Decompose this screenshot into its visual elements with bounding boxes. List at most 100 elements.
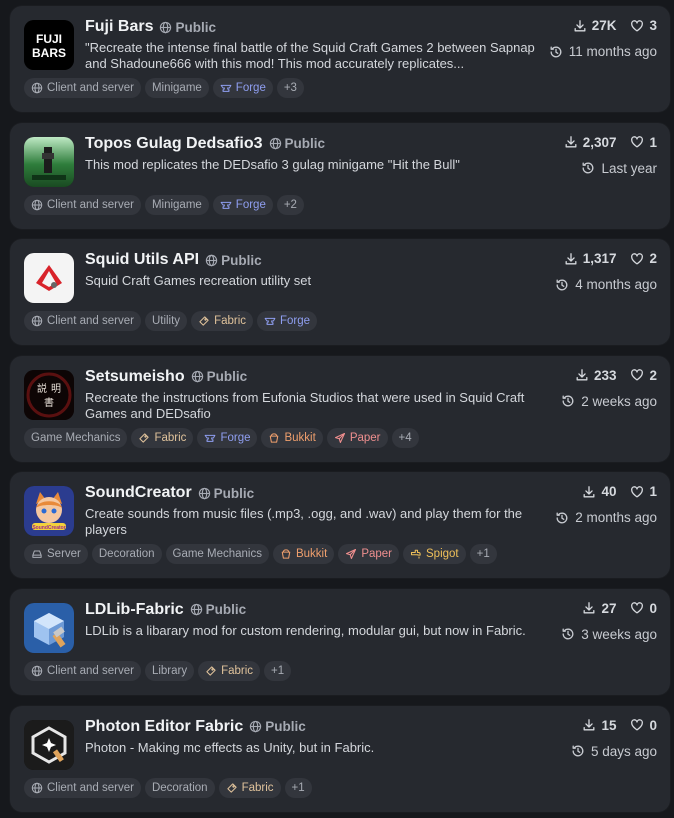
project-icon[interactable] — [24, 602, 74, 653]
download-icon — [583, 485, 595, 498]
history-icon — [550, 46, 562, 57]
globe-icon — [31, 665, 43, 677]
category-tag[interactable]: Game Mechanics — [24, 427, 128, 448]
project-title[interactable]: Fuji Bars — [85, 18, 153, 36]
project-card[interactable]: Photon Editor Fabric Public Photon - Mak… — [10, 705, 670, 812]
updated-time: 3 weeks ago — [561, 627, 657, 642]
project-icon[interactable]: SoundCreator — [24, 486, 74, 537]
project-card[interactable]: SoundCreator SoundCreator Public Create … — [10, 472, 670, 579]
history-icon — [572, 745, 584, 757]
project-title[interactable]: SoundCreator — [85, 484, 192, 502]
forge-icon — [205, 434, 216, 442]
project-title[interactable]: Squid Utils API — [85, 251, 199, 269]
loader-tag-bukkit[interactable]: Bukkit — [272, 544, 335, 565]
photon-logo-icon — [24, 719, 74, 770]
project-icon[interactable] — [24, 136, 74, 187]
loader-tag-paper[interactable]: Paper — [338, 544, 399, 565]
tag-list: Server Decoration Game Mechanics Bukkit … — [24, 544, 497, 565]
environment-tag[interactable]: Client and server — [24, 78, 141, 98]
loader-tag-fabric[interactable]: Fabric — [198, 660, 261, 681]
globe-icon — [191, 371, 203, 383]
category-tag[interactable]: Minigame — [144, 194, 209, 215]
loader-tag-paper[interactable]: Paper — [326, 427, 388, 448]
visibility-badge: Public — [159, 20, 216, 35]
globe-icon — [269, 137, 281, 150]
follows-stat: 2 — [630, 368, 657, 383]
loader-tag-forge[interactable]: Forge — [212, 78, 273, 98]
globe-icon — [250, 720, 262, 733]
environment-tag[interactable]: Server — [24, 544, 88, 565]
history-icon — [556, 512, 568, 524]
more-tags-badge[interactable]: +2 — [276, 194, 304, 215]
follows-stat: 0 — [630, 718, 657, 733]
project-title[interactable]: Topos Gulag Dedsafio3 — [85, 135, 263, 153]
project-card[interactable]: 説 明 書 Setsumeisho Public Recreate the in… — [10, 355, 670, 462]
category-tag[interactable]: Game Mechanics — [165, 544, 269, 565]
project-card[interactable]: LDLib-Fabric Public LDLib is a libarary … — [10, 588, 670, 695]
project-title[interactable]: Photon Editor Fabric — [85, 718, 243, 736]
heart-icon — [631, 136, 644, 148]
heart-icon — [631, 602, 644, 614]
loader-tag-forge[interactable]: Forge — [197, 427, 258, 448]
loader-tag-fabric[interactable]: Fabric — [131, 427, 194, 448]
project-stats: 2,307 1 — [564, 135, 657, 150]
svg-text:明: 明 — [51, 383, 61, 395]
category-tag[interactable]: Utility — [144, 311, 188, 332]
updated-time: 2 months ago — [555, 510, 657, 525]
project-title[interactable]: LDLib-Fabric — [85, 601, 184, 619]
heart-icon — [631, 19, 644, 31]
loader-tag-forge[interactable]: Forge — [212, 194, 273, 215]
tag-list: Client and server Decoration Fabric +1 — [24, 777, 312, 798]
loader-tag-forge[interactable]: Forge — [257, 311, 318, 332]
environment-tag[interactable]: Client and server — [24, 660, 141, 681]
loader-tag-fabric[interactable]: Fabric — [218, 777, 281, 798]
project-icon[interactable]: FUJI BARS — [24, 20, 74, 70]
globe-icon — [31, 199, 43, 210]
more-tags-badge[interactable]: +1 — [284, 777, 312, 798]
environment-tag[interactable]: Client and server — [24, 194, 141, 215]
updated-time: 11 months ago — [549, 44, 657, 59]
more-tags-badge[interactable]: +1 — [264, 660, 292, 681]
project-title[interactable]: Setsumeisho — [85, 368, 185, 386]
category-tag[interactable]: Decoration — [91, 544, 162, 565]
follows-stat: 3 — [630, 18, 657, 33]
project-stats: 1,317 2 — [564, 251, 657, 266]
svg-text:FUJI: FUJI — [36, 32, 62, 46]
forge-icon — [264, 318, 276, 326]
globe-icon — [160, 21, 172, 33]
project-icon[interactable] — [24, 719, 74, 770]
project-card[interactable]: FUJI BARS Fuji Bars Public "Recreate the… — [10, 6, 670, 112]
visibility-badge: Public — [190, 602, 246, 617]
updated-time: 2 weeks ago — [561, 394, 657, 409]
loader-tag-fabric[interactable]: Fabric — [191, 311, 254, 332]
project-card[interactable]: Topos Gulag Dedsafio3 Public This mod re… — [10, 122, 670, 229]
more-tags-badge[interactable]: +4 — [391, 427, 419, 448]
globe-icon — [31, 315, 43, 327]
project-stats: 27K 3 — [573, 18, 657, 33]
spigot-icon — [410, 550, 421, 560]
globe-icon — [205, 254, 218, 266]
loader-tag-spigot[interactable]: Spigot — [403, 544, 466, 565]
download-icon — [576, 369, 588, 381]
category-tag[interactable]: Decoration — [144, 777, 215, 798]
history-icon — [562, 395, 574, 407]
environment-tag[interactable]: Client and server — [24, 311, 141, 332]
category-tag[interactable]: Library — [144, 660, 195, 681]
updated-time: 4 months ago — [555, 277, 657, 292]
heart-icon — [631, 252, 644, 265]
environment-tag[interactable]: Client and server — [24, 777, 141, 798]
project-icon[interactable] — [24, 253, 74, 304]
more-tags-badge[interactable]: +1 — [469, 544, 497, 565]
project-list: FUJI BARS Fuji Bars Public "Recreate the… — [10, 6, 670, 818]
project-description: "Recreate the intense final battle of th… — [85, 40, 535, 71]
project-card[interactable]: Squid Utils API Public Squid Craft Games… — [10, 239, 670, 346]
project-icon[interactable]: 説 明 書 — [24, 369, 74, 420]
download-icon — [574, 19, 586, 31]
fabric-icon — [206, 666, 216, 676]
heart-icon — [631, 486, 644, 498]
globe-icon — [190, 604, 202, 616]
bukkit-icon — [281, 549, 291, 560]
loader-tag-bukkit[interactable]: Bukkit — [261, 427, 323, 448]
category-tag[interactable]: Minigame — [144, 78, 209, 98]
more-tags-badge[interactable]: +3 — [276, 78, 304, 98]
